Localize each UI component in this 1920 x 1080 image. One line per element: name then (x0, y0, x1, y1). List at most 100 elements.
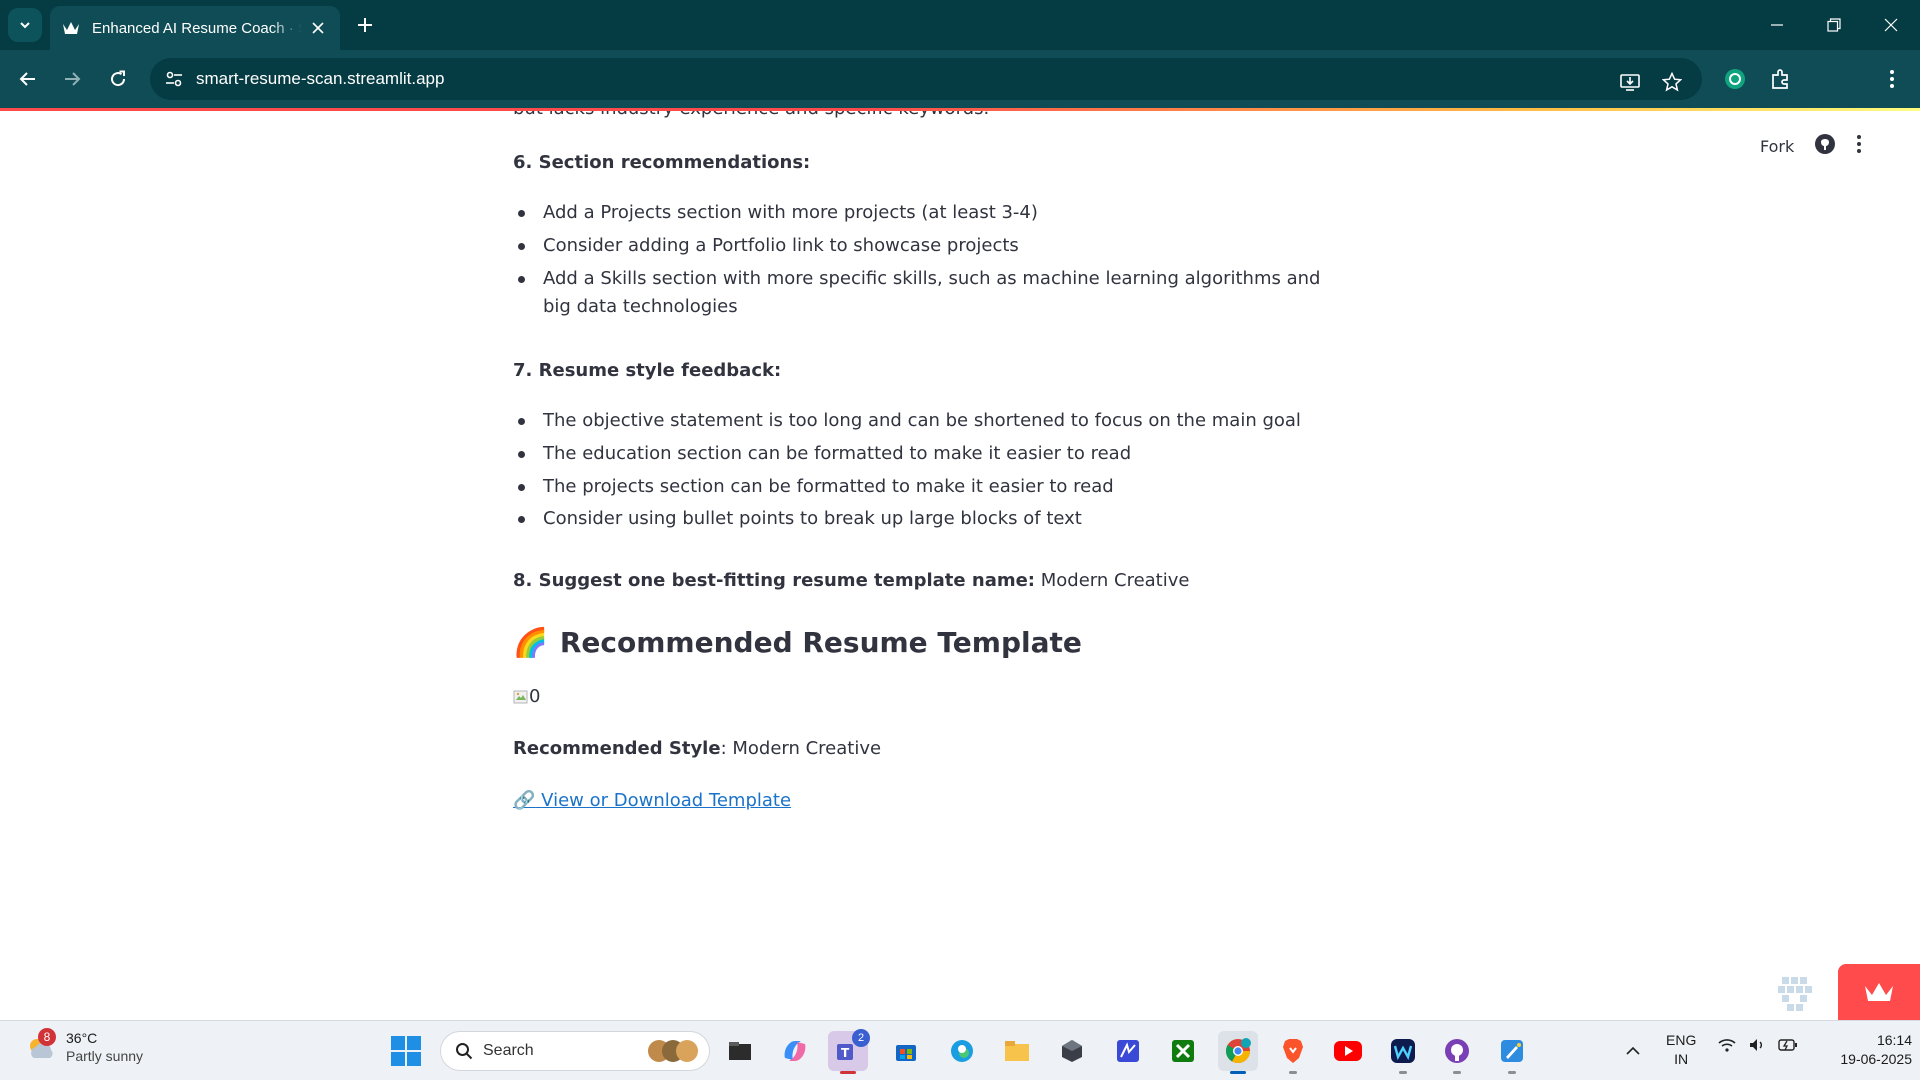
list-item: Add a Skills section with more specific … (513, 265, 1333, 323)
new-tab-button[interactable] (352, 12, 378, 38)
webex-icon (1391, 1039, 1415, 1063)
partly-sunny-icon: 8 (24, 1028, 58, 1064)
recommended-style-line: Recommended Style: Modern Creative (513, 735, 881, 764)
store-icon (896, 1045, 916, 1061)
taskbar-app-sketchbook[interactable] (1052, 1031, 1092, 1071)
search-highlight-icon (648, 1040, 698, 1062)
bookmark-star-icon[interactable] (1656, 66, 1688, 98)
tab-search-button[interactable] (8, 8, 42, 42)
arrow-left-icon (19, 72, 35, 86)
list-item: The projects section can be formatted to… (513, 473, 1333, 502)
list-item: The objective statement is too long and … (513, 407, 1333, 436)
streamlit-crown-icon (62, 19, 80, 37)
chevron-up-icon (1626, 1046, 1640, 1055)
taskbar-app-paint[interactable] (1492, 1031, 1532, 1074)
reload-button[interactable] (102, 63, 134, 95)
template-image-broken: 0 (513, 683, 540, 712)
language-region: IN (1674, 1050, 1689, 1067)
restore-icon (1827, 18, 1841, 32)
recommended-style-value: : Modern Creative (720, 738, 882, 759)
section-6-list: Add a Projects section with more project… (513, 199, 1333, 326)
hosted-with-streamlit-badge[interactable] (1838, 964, 1920, 1020)
status-widget-icon[interactable] (1774, 973, 1814, 1013)
taskbar-app-teams[interactable]: T 2 (828, 1029, 870, 1074)
language-indicator[interactable]: ENG IN (1666, 1031, 1696, 1069)
list-item: Consider adding a Portfolio link to show… (513, 232, 1333, 261)
search-icon (456, 1043, 473, 1060)
section-8-label: 8. Suggest one best-fitting resume templ… (513, 570, 1036, 591)
clock[interactable]: 16:14 19-06-2025 (1812, 1031, 1912, 1069)
list-item: Add a Projects section with more project… (513, 199, 1333, 228)
close-window-button[interactable] (1862, 0, 1920, 50)
start-button[interactable] (390, 1035, 422, 1067)
reload-icon (111, 70, 126, 87)
section-7-list: The objective statement is too long and … (513, 407, 1333, 538)
svg-text:T: T (841, 1046, 850, 1060)
language-code: ENG (1666, 1032, 1697, 1048)
battery-icon (1778, 1039, 1797, 1051)
teams-notification-badge: 2 (852, 1029, 870, 1047)
minimize-button[interactable] (1748, 0, 1806, 50)
address-bar[interactable]: smart-resume-scan.streamlit.app (150, 58, 1702, 100)
show-hidden-icons-button[interactable] (1620, 1039, 1646, 1063)
paint-icon (1501, 1040, 1523, 1062)
url-text: smart-resume-scan.streamlit.app (196, 69, 445, 88)
extensions-puzzle-icon[interactable] (1765, 63, 1797, 95)
streamlit-toolbar: Fork (1760, 133, 1862, 159)
brave-icon (1283, 1039, 1303, 1063)
running-indicator (1453, 1071, 1461, 1074)
taskbar-app-youtube[interactable] (1328, 1031, 1368, 1071)
list-item: The education section can be formatted t… (513, 440, 1333, 469)
broken-image-icon (513, 690, 528, 704)
browser-toolbar: smart-resume-scan.streamlit.app V (0, 50, 1920, 142)
partial-text-line: but lacks industry experience and specif… (513, 111, 989, 124)
chrome-icon (1225, 1038, 1251, 1064)
restore-button[interactable] (1805, 0, 1863, 50)
windows-logo-icon (391, 1036, 421, 1066)
more-menu-icon[interactable] (1876, 63, 1908, 95)
weather-widget[interactable]: 8 36°C Partly sunny (24, 1028, 143, 1065)
clock-date: 19-06-2025 (1840, 1050, 1912, 1067)
taskbar-app-xbox[interactable] (1163, 1031, 1203, 1071)
system-tray[interactable] (1718, 1037, 1798, 1053)
folder-dark-icon (729, 1042, 751, 1060)
list-item: Consider using bullet points to break up… (513, 505, 1333, 534)
github-icon[interactable] (1814, 133, 1836, 159)
taskbar-app-brave[interactable] (1273, 1031, 1313, 1074)
taskbar-app-github[interactable] (1437, 1031, 1477, 1074)
chatgpt-extension-icon[interactable] (1719, 63, 1751, 95)
weather-temperature: 36°C (66, 1030, 98, 1046)
fork-button[interactable]: Fork (1760, 137, 1794, 156)
browser-tab[interactable]: Enhanced AI Resume Coach · Streamlit (50, 6, 340, 50)
close-icon (1884, 18, 1898, 32)
install-app-icon[interactable] (1614, 66, 1646, 98)
taskbar-app-chrome[interactable] (1218, 1031, 1258, 1074)
github-desktop-icon (1445, 1039, 1469, 1063)
running-indicator (1230, 1071, 1246, 1074)
running-indicator (840, 1071, 856, 1074)
xbox-icon (1172, 1040, 1194, 1062)
running-indicator (1508, 1071, 1516, 1074)
back-button[interactable] (12, 63, 44, 95)
taskbar-app-visual-studio[interactable] (1108, 1031, 1148, 1071)
taskbar-app-copilot[interactable] (775, 1031, 815, 1071)
download-template-link[interactable]: 🔗 View or Download Template (513, 787, 791, 816)
taskbar-app-edge[interactable] (942, 1031, 982, 1071)
taskbar-app-file-explorer[interactable] (997, 1031, 1037, 1071)
close-tab-icon[interactable] (308, 18, 328, 38)
taskbar-app-microsoft-store[interactable] (886, 1031, 926, 1071)
recommended-style-label: Recommended Style (513, 738, 721, 759)
taskbar-app-webex[interactable] (1383, 1031, 1423, 1074)
section-6-heading: 6. Section recommendations: (513, 152, 811, 173)
section-8-value: Modern Creative (1035, 570, 1190, 591)
youtube-icon (1334, 1041, 1362, 1061)
taskbar-app-file-explorer-dark[interactable] (720, 1031, 760, 1071)
arrow-right-icon (65, 72, 81, 86)
site-settings-icon[interactable] (154, 58, 194, 100)
recommended-template-heading: 🌈 Recommended Resume Template (513, 625, 1082, 661)
download-template-label: View or Download Template (541, 790, 792, 811)
taskbar-search[interactable]: Search (440, 1031, 710, 1071)
forward-button[interactable] (56, 63, 88, 95)
copilot-icon (784, 1041, 806, 1061)
app-menu-icon[interactable] (1856, 134, 1862, 158)
